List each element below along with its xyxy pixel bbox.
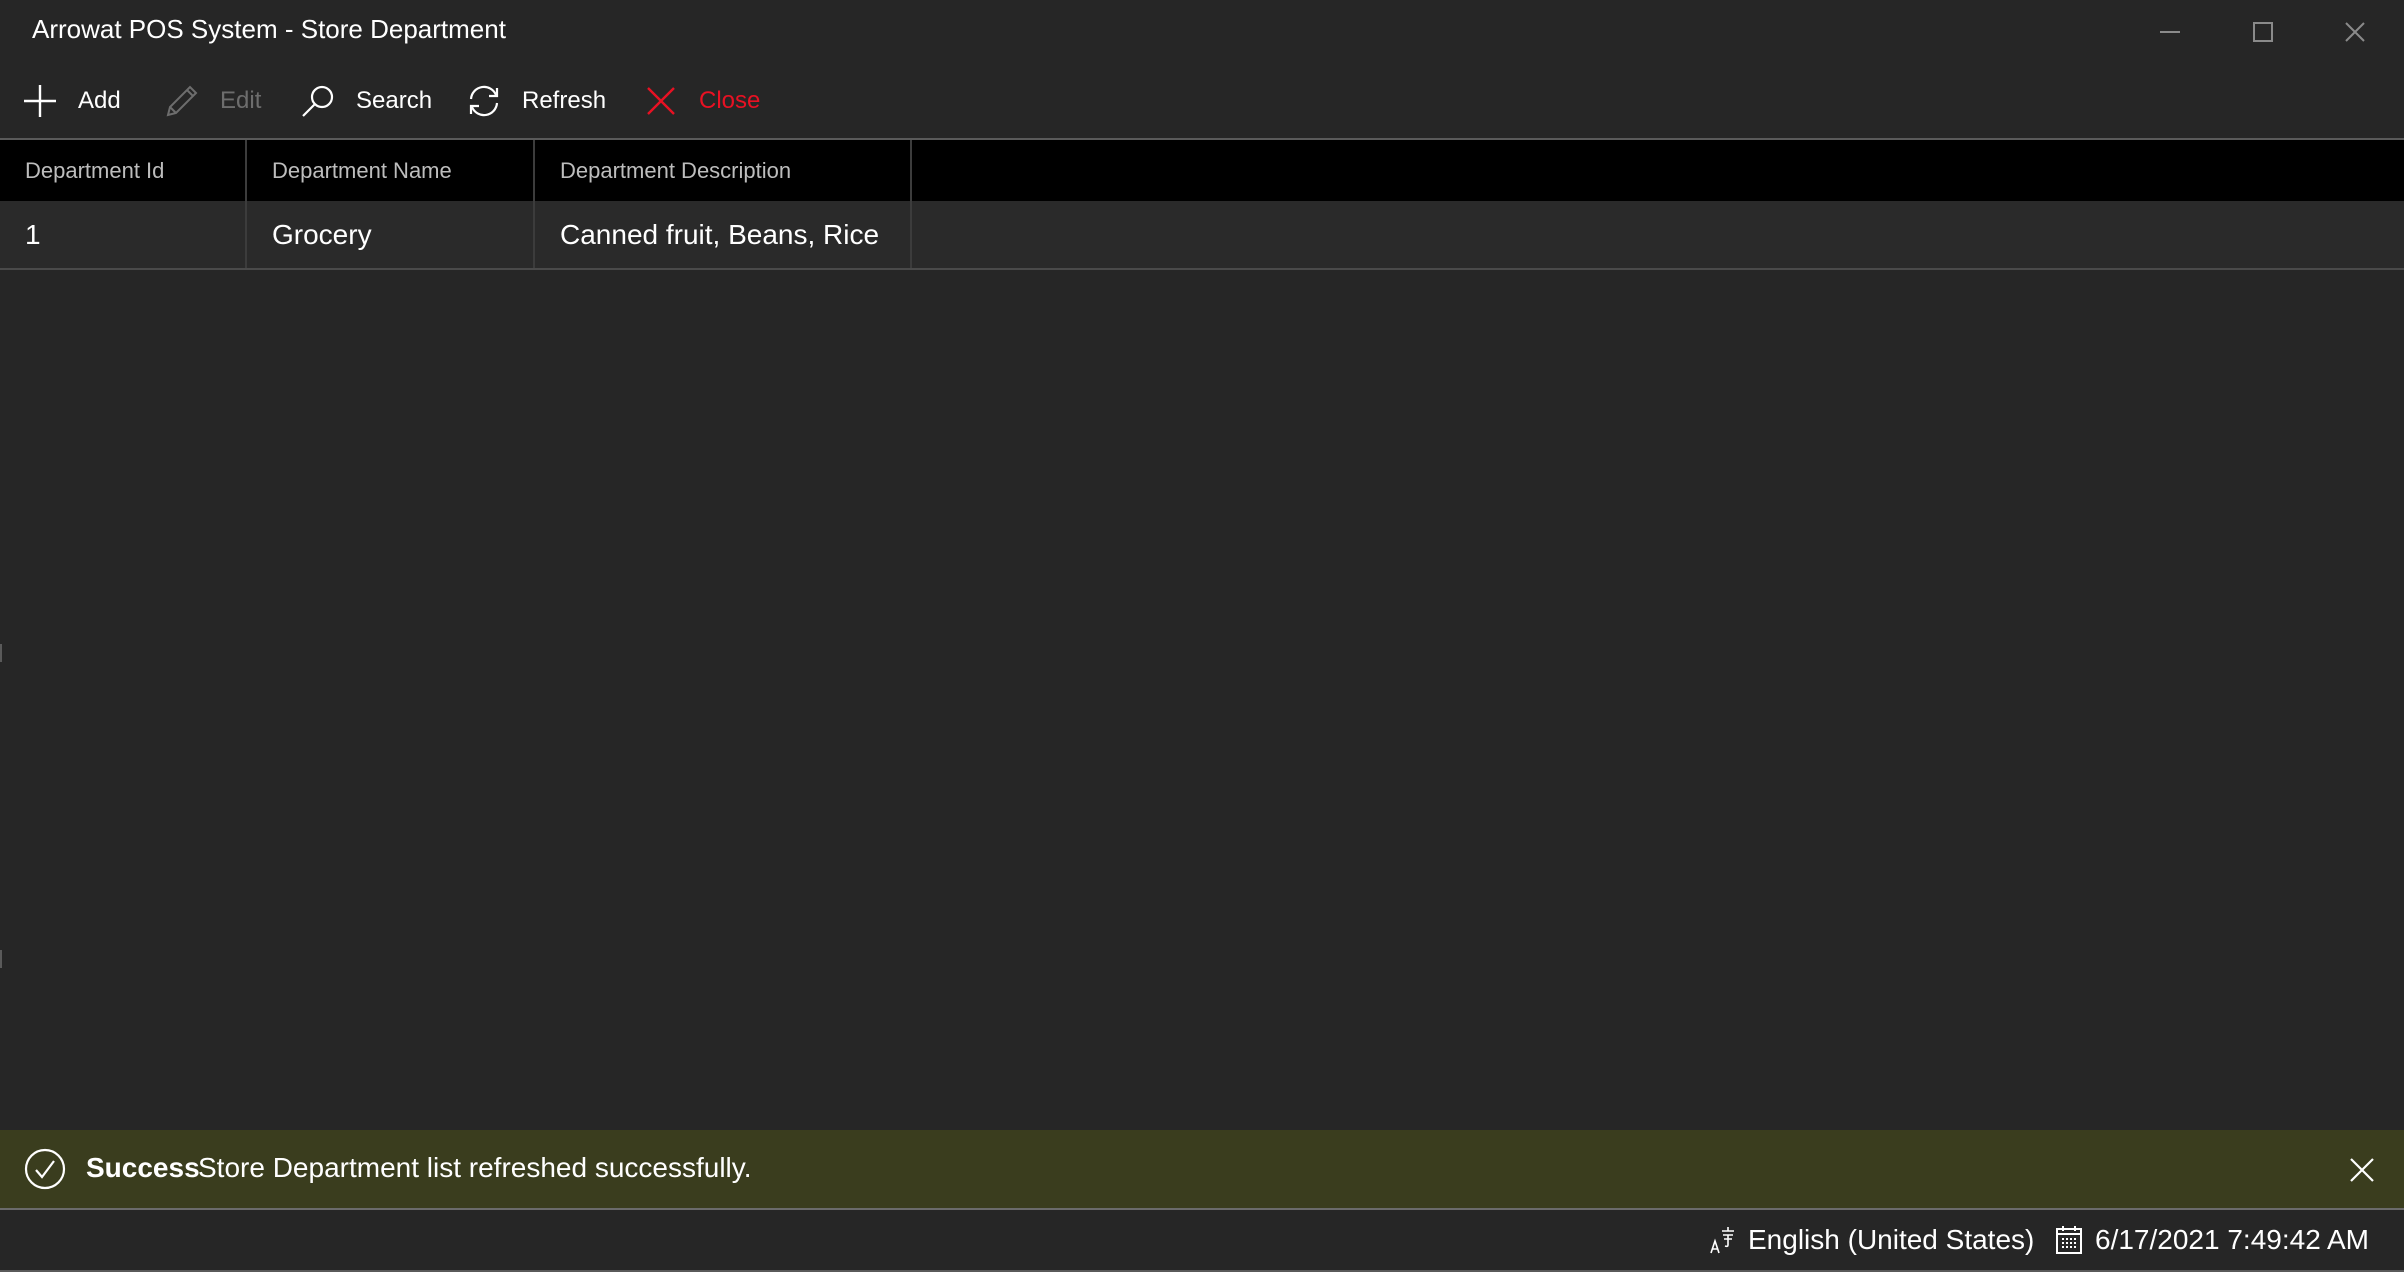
calendar-icon (2055, 1225, 2083, 1255)
close-icon (2345, 22, 2365, 42)
window-close-button[interactable] (2309, 0, 2401, 64)
refresh-icon (466, 83, 502, 119)
minimize-icon (2160, 31, 2180, 33)
notification-message: Store Department list refreshed successf… (198, 1152, 752, 1183)
success-notification: Success Store Department list refreshed … (0, 1130, 2404, 1210)
close-button-label: Close (699, 87, 761, 114)
search-button[interactable]: Search (300, 80, 432, 122)
cell-department-description[interactable]: Canned fruit, Beans, Rice (535, 201, 912, 268)
status-bar: English (United States) 6/17/2021 7:49:4… (0, 1210, 2404, 1272)
maximize-button[interactable] (2217, 0, 2309, 64)
language-label: English (United States) (1748, 1224, 2035, 1255)
language-icon (1710, 1225, 1736, 1255)
title-bar: Arrowat POS System - Store Department (0, 0, 2404, 64)
plus-icon (22, 83, 58, 119)
refresh-button[interactable]: Refresh (466, 80, 606, 122)
window-title: Arrowat POS System - Store Department (32, 14, 506, 44)
close-icon (643, 83, 679, 119)
datetime-indicator: 6/17/2021 7:49:42 AM (2055, 1224, 2369, 1256)
cell-department-name[interactable]: Grocery (247, 201, 535, 268)
close-icon (2350, 1158, 2374, 1182)
notification-close-button[interactable] (2342, 1150, 2382, 1190)
column-header-department-description[interactable]: Department Description (535, 140, 912, 201)
language-indicator: English (United States) (1710, 1224, 2034, 1256)
add-button-label: Add (78, 87, 121, 114)
minimize-button[interactable] (2124, 0, 2216, 64)
resize-handle[interactable] (0, 644, 2, 662)
maximize-icon (2253, 22, 2273, 42)
column-header-department-name[interactable]: Department Name (247, 140, 535, 201)
edit-button[interactable]: Edit (164, 80, 261, 122)
add-button[interactable]: Add (22, 80, 121, 122)
notification-title: Success (86, 1152, 200, 1183)
check-circle-icon (24, 1148, 66, 1190)
department-grid[interactable]: Department Id Department Name Department… (0, 138, 2404, 270)
refresh-button-label: Refresh (522, 87, 607, 114)
pencil-icon (164, 83, 200, 119)
grid-header-row: Department Id Department Name Department… (0, 138, 2404, 201)
toolbar: Add Edit Search Refresh Close (0, 64, 2404, 138)
datetime-label: 6/17/2021 7:49:42 AM (2095, 1224, 2369, 1255)
resize-handle[interactable] (0, 950, 2, 968)
table-row[interactable]: 1 Grocery Canned fruit, Beans, Rice (0, 201, 2404, 270)
close-button[interactable]: Close (643, 80, 760, 122)
edit-button-label: Edit (220, 87, 262, 114)
cell-department-id[interactable]: 1 (0, 201, 247, 268)
search-icon (300, 83, 336, 119)
search-button-label: Search (356, 87, 433, 114)
column-header-department-id[interactable]: Department Id (0, 140, 247, 201)
